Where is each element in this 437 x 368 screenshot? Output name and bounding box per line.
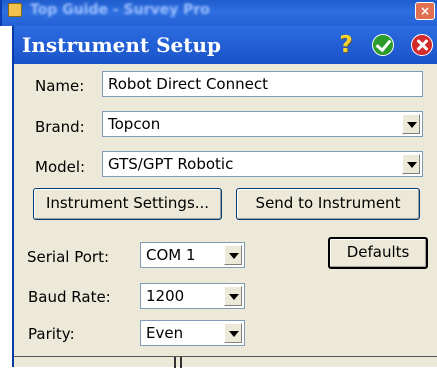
strip-divider bbox=[174, 357, 176, 368]
name-value: Robot Direct Connect bbox=[108, 75, 268, 93]
parity-label: Parity: bbox=[28, 325, 75, 343]
brand-label: Brand: bbox=[35, 118, 85, 136]
name-label: Name: bbox=[35, 77, 85, 95]
help-icon[interactable]: ? bbox=[337, 32, 355, 58]
bottom-partial-strip bbox=[14, 356, 437, 368]
dialog-title: Instrument Setup bbox=[22, 33, 222, 57]
baud-rate-value: 1200 bbox=[146, 287, 185, 305]
parity-value: Even bbox=[146, 324, 184, 342]
instrument-settings-button[interactable]: Instrument Settings... bbox=[33, 188, 222, 220]
dialog-header: Instrument Setup ? bbox=[12, 26, 437, 64]
serial-port-select[interactable]: COM 1 bbox=[140, 242, 245, 268]
serial-port-label: Serial Port: bbox=[27, 248, 110, 266]
brand-select[interactable]: Topcon bbox=[102, 111, 423, 137]
check-icon[interactable] bbox=[372, 34, 394, 56]
brand-value: Topcon bbox=[108, 115, 161, 133]
serial-port-value: COM 1 bbox=[146, 246, 196, 264]
parity-select[interactable]: Even bbox=[140, 320, 245, 346]
baud-rate-select[interactable]: 1200 bbox=[140, 283, 245, 309]
close-icon[interactable] bbox=[411, 34, 433, 56]
send-to-instrument-button[interactable]: Send to Instrument bbox=[236, 188, 420, 220]
window-close-icon[interactable]: × bbox=[415, 2, 435, 20]
serial-port-dropdown-arrow-icon[interactable] bbox=[224, 245, 242, 265]
defaults-button[interactable]: Defaults bbox=[328, 237, 428, 269]
brand-dropdown-arrow-icon[interactable] bbox=[402, 114, 420, 134]
app-icon bbox=[8, 3, 22, 17]
name-input[interactable]: Robot Direct Connect bbox=[102, 71, 423, 97]
baud-rate-label: Baud Rate: bbox=[28, 288, 111, 306]
model-value: GTS/GPT Robotic bbox=[108, 155, 234, 173]
strip-divider bbox=[180, 357, 182, 368]
window-title: Top Guide - Survey Pro bbox=[30, 2, 210, 18]
model-select[interactable]: GTS/GPT Robotic bbox=[102, 151, 423, 177]
window-title-bar: Top Guide - Survey Pro × bbox=[0, 0, 437, 26]
model-label: Model: bbox=[35, 158, 86, 176]
instrument-setup-form: Name: Robot Direct Connect Brand: Topcon… bbox=[12, 64, 437, 367]
baud-rate-dropdown-arrow-icon[interactable] bbox=[224, 286, 242, 306]
parity-dropdown-arrow-icon[interactable] bbox=[224, 323, 242, 343]
model-dropdown-arrow-icon[interactable] bbox=[402, 154, 420, 174]
